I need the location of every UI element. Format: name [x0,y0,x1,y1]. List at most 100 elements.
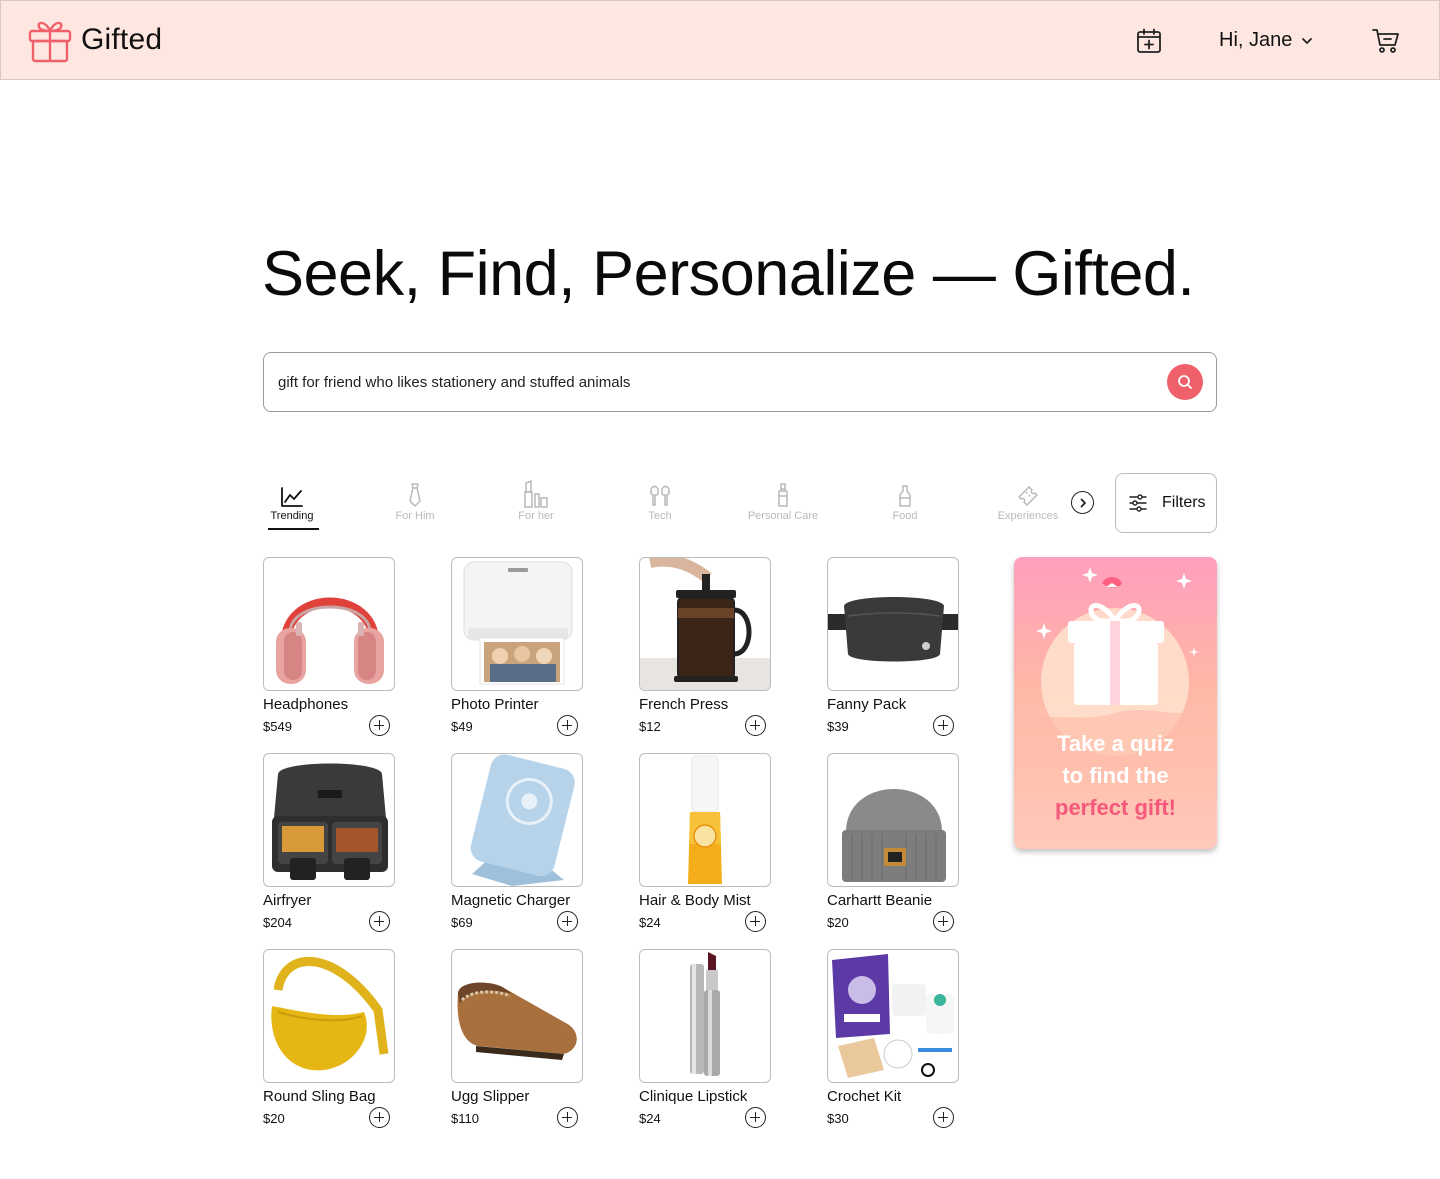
brand-name: Gifted [81,23,163,56]
product-image[interactable] [451,949,583,1083]
gift-icon [28,21,72,63]
add-to-list-button[interactable] [369,715,390,736]
category-tabs: Trending For Him For her Tech Personal C… [263,478,1113,534]
product-name: Clinique Lipstick [639,1088,748,1105]
product-image[interactable] [827,753,959,887]
ticket-icon [1018,486,1038,506]
product-card-airfryer[interactable]: Airfryer $204 [263,753,395,933]
categories-next-button[interactable] [1071,491,1094,514]
active-tab-indicator [268,528,319,530]
cart-icon [1372,29,1399,53]
user-greeting: Hi, Jane [1219,29,1293,51]
search-button[interactable] [1167,364,1203,400]
product-image[interactable] [827,949,959,1083]
quiz-line-1: Take a quiz [1057,731,1174,756]
product-card-slipper[interactable]: Ugg Slipper $110 [451,949,583,1129]
product-card-magnetic-charger[interactable]: Magnetic Charger $69 [451,753,583,933]
lipstick-image [690,952,720,1076]
add-to-list-button[interactable] [745,1107,766,1128]
magnetic-charger-image [470,754,575,886]
product-price: $69 [451,915,473,930]
product-image[interactable] [263,949,395,1083]
tab-experiences[interactable]: Experiences [978,478,1078,522]
search-bar [263,352,1217,412]
user-menu-dropdown[interactable]: Hi, Jane [1219,29,1314,52]
filters-label: Filters [1162,494,1206,511]
tab-for-him[interactable]: For Him [365,478,465,522]
trending-icon [281,487,303,507]
product-card-crochet-kit[interactable]: Crochet Kit $30 [827,949,959,1129]
tab-label: Personal Care [747,510,819,522]
product-price: $24 [639,1111,661,1126]
product-image[interactable] [263,557,395,691]
quiz-banner[interactable]: Take a quiz to find the perfect gift! [1014,557,1217,849]
tab-personal-care[interactable]: Personal Care [733,478,833,522]
product-image[interactable] [639,557,771,691]
brand-logo[interactable]: Gifted [28,17,162,63]
top-header: Gifted Hi, Jane [0,0,1440,80]
fanny-pack-image [828,597,958,662]
add-to-list-button[interactable] [933,1107,954,1128]
product-card-french-press[interactable]: French Press $12 [639,557,771,737]
product-card-sling-bag[interactable]: Round Sling Bag $20 [263,949,395,1129]
product-price: $20 [263,1111,285,1126]
product-name: Magnetic Charger [451,892,571,909]
product-price: $49 [451,719,473,734]
tab-label: Tech [648,510,672,522]
add-to-list-button[interactable] [369,911,390,932]
product-name: Photo Printer [451,696,539,713]
add-to-list-button[interactable] [745,715,766,736]
add-to-list-button[interactable] [933,715,954,736]
cart-button[interactable] [1371,27,1401,55]
crochet-kit-image [832,954,954,1078]
product-price: $12 [639,719,661,734]
quiz-line-2: to find the [1062,763,1169,788]
tab-food[interactable]: Food [855,478,955,522]
product-image[interactable] [451,557,583,691]
product-image[interactable] [639,949,771,1083]
add-to-list-button[interactable] [557,911,578,932]
tab-for-her[interactable]: For her [486,478,586,522]
product-name: Round Sling Bag [263,1088,376,1105]
product-card-lipstick[interactable]: Clinique Lipstick $24 [639,949,771,1129]
french-press-image [640,558,770,690]
product-card-beanie[interactable]: Carhartt Beanie $20 [827,753,959,933]
product-price: $30 [827,1111,849,1126]
product-name: French Press [639,696,729,713]
tab-label: Food [892,510,918,522]
product-price: $24 [639,915,661,930]
product-card-photo-printer[interactable]: Photo Printer $49 [451,557,583,737]
add-to-list-button[interactable] [745,911,766,932]
product-image[interactable] [263,753,395,887]
tab-label: For her [518,510,554,522]
add-to-list-button[interactable] [933,911,954,932]
product-price: $549 [263,719,292,734]
product-card-fanny-pack[interactable]: Fanny Pack $39 [827,557,959,737]
sliders-icon [1129,494,1147,512]
product-card-headphones[interactable]: Headphones $549 [263,557,395,737]
earbuds-icon [650,485,670,506]
add-to-list-button[interactable] [557,715,578,736]
search-input[interactable] [278,353,1158,411]
calendar-add-button[interactable] [1135,27,1163,55]
product-image[interactable] [451,753,583,887]
add-to-list-button[interactable] [369,1107,390,1128]
chevron-down-icon [1302,37,1313,44]
bottle-icon [899,485,911,507]
tab-label: Experiences [997,510,1059,522]
tab-tech[interactable]: Tech [610,478,710,522]
product-name: Crochet Kit [827,1088,902,1105]
product-price: $39 [827,719,849,734]
product-card-body-mist[interactable]: Hair & Body Mist $24 [639,753,771,933]
tab-trending[interactable]: Trending [242,478,342,530]
product-image[interactable] [827,557,959,691]
photo-printer-image [463,561,573,685]
airfryer-image [272,763,388,880]
quiz-line-3: perfect gift! [1055,795,1176,820]
hero-title: Seek, Find, Personalize — Gifted. [262,239,1195,309]
tab-label: Trending [270,510,314,522]
product-image[interactable] [639,753,771,887]
filters-button[interactable]: Filters [1115,473,1217,533]
add-to-list-button[interactable] [557,1107,578,1128]
product-name: Ugg Slipper [451,1088,530,1105]
